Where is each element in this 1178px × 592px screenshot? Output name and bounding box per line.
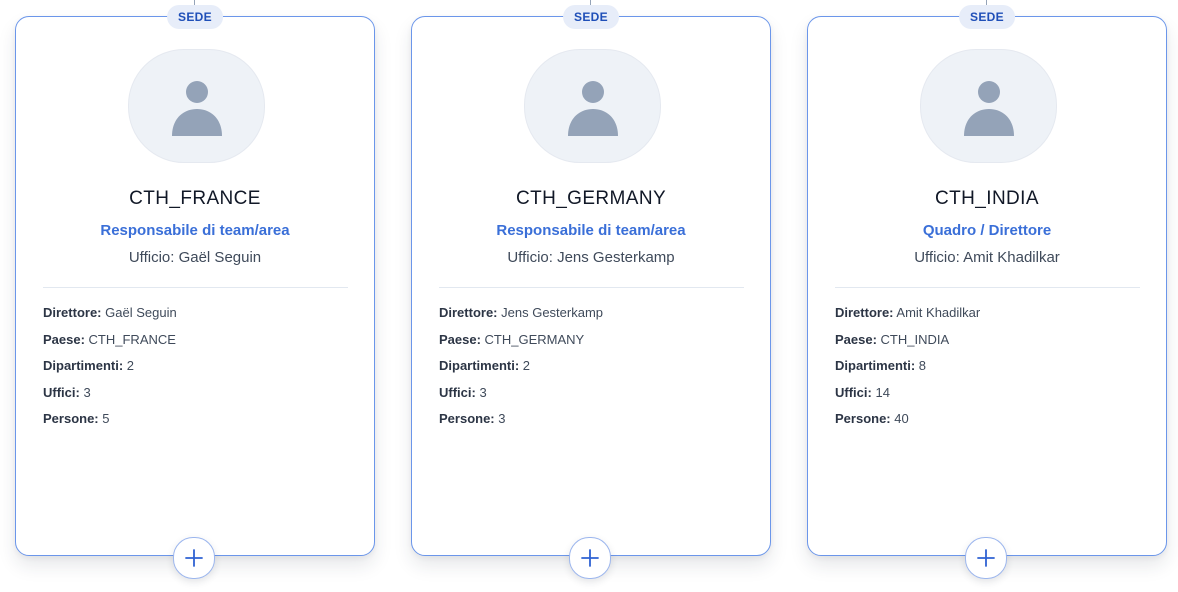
- card-title: CTH_GERMANY: [515, 188, 667, 209]
- detail-label: Dipartimenti:: [439, 358, 520, 373]
- detail-row-departments: Dipartimenti: 8: [835, 358, 1140, 385]
- avatar: [920, 49, 1057, 163]
- detail-value: Jens Gesterkamp: [501, 305, 604, 320]
- card-details: Direttore: Amit Khadilkar Paese: CTH_IND…: [835, 305, 1140, 438]
- card-title: CTH_INDIA: [935, 188, 1039, 209]
- add-child-button[interactable]: [173, 537, 215, 579]
- detail-row-people: Persone: 5: [43, 411, 348, 438]
- detail-value: 3: [498, 411, 506, 426]
- detail-value: 40: [894, 411, 909, 426]
- detail-row-offices: Uffici: 3: [43, 385, 348, 412]
- detail-row-offices: Uffici: 3: [439, 385, 744, 412]
- org-chart-canvas: SEDE CTH_FRANCE Responsabile di team/are…: [0, 0, 1178, 592]
- detail-row-country: Paese: CTH_GERMANY: [439, 332, 744, 359]
- detail-row-country: Paese: CTH_FRANCE: [43, 332, 348, 359]
- sede-badge: SEDE: [167, 5, 223, 29]
- detail-value: 8: [918, 358, 927, 373]
- detail-label: Direttore:: [835, 305, 894, 320]
- detail-label: Direttore:: [439, 305, 498, 320]
- detail-row-director: Direttore: Amit Khadilkar: [835, 305, 1140, 332]
- detail-value: CTH_GERMANY: [484, 331, 585, 347]
- detail-row-country: Paese: CTH_INDIA: [835, 332, 1140, 359]
- add-child-button[interactable]: [965, 537, 1007, 579]
- sede-badge: SEDE: [959, 5, 1015, 29]
- divider: [439, 287, 744, 288]
- divider: [835, 287, 1140, 288]
- detail-row-director: Direttore: Jens Gesterkamp: [439, 305, 744, 332]
- detail-value: 5: [102, 411, 110, 426]
- detail-label: Dipartimenti:: [835, 358, 916, 373]
- org-card-germany[interactable]: CTH_GERMANY Responsabile di team/area Uf…: [411, 16, 771, 556]
- detail-value: Amit Khadilkar: [896, 305, 981, 320]
- add-child-button[interactable]: [569, 537, 611, 579]
- org-card-wrap-france: SEDE CTH_FRANCE Responsabile di team/are…: [15, 0, 375, 592]
- detail-label: Direttore:: [43, 305, 102, 320]
- detail-label: Uffici:: [43, 384, 80, 400]
- detail-label: Uffici:: [439, 384, 476, 400]
- plus-icon: [581, 549, 599, 567]
- card-office: Ufficio: Gaël Seguin: [128, 249, 262, 266]
- detail-value: 3: [83, 384, 91, 400]
- detail-value: 2: [522, 358, 531, 373]
- detail-row-departments: Dipartimenti: 2: [43, 358, 348, 385]
- detail-value: 2: [126, 358, 135, 373]
- detail-row-offices: Uffici: 14: [835, 385, 1140, 412]
- detail-value: CTH_FRANCE: [88, 331, 176, 347]
- user-silhouette-icon: [172, 81, 222, 136]
- org-card-wrap-india: SEDE CTH_INDIA Quadro / Direttore Uffici…: [807, 0, 1167, 592]
- plus-icon: [185, 549, 203, 567]
- card-details: Direttore: Jens Gesterkamp Paese: CTH_GE…: [439, 305, 744, 438]
- plus-icon: [977, 549, 995, 567]
- card-role: Responsabile di team/area: [100, 222, 290, 239]
- card-role: Responsabile di team/area: [496, 222, 686, 239]
- user-silhouette-icon: [964, 81, 1014, 136]
- user-silhouette-icon: [568, 81, 618, 136]
- detail-label: Persone:: [439, 411, 495, 426]
- detail-label: Dipartimenti:: [43, 358, 124, 373]
- card-role: Quadro / Direttore: [922, 222, 1052, 239]
- detail-label: Paese:: [835, 331, 877, 347]
- org-card-france[interactable]: CTH_FRANCE Responsabile di team/area Uff…: [15, 16, 375, 556]
- detail-label: Uffici:: [835, 384, 872, 400]
- detail-value: 3: [479, 384, 487, 400]
- org-card-wrap-germany: SEDE CTH_GERMANY Responsabile di team/ar…: [411, 0, 771, 592]
- detail-row-departments: Dipartimenti: 2: [439, 358, 744, 385]
- avatar: [524, 49, 661, 163]
- detail-value: CTH_INDIA: [880, 331, 950, 347]
- detail-row-people: Persone: 40: [835, 411, 1140, 438]
- detail-label: Persone:: [835, 411, 891, 426]
- detail-row-director: Direttore: Gaël Seguin: [43, 305, 348, 332]
- card-title: CTH_FRANCE: [129, 188, 261, 209]
- card-office: Ufficio: Amit Khadilkar: [914, 249, 1060, 266]
- detail-value: 14: [875, 384, 890, 400]
- detail-label: Paese:: [43, 331, 85, 347]
- card-office: Ufficio: Jens Gesterkamp: [507, 249, 675, 266]
- detail-row-people: Persone: 3: [439, 411, 744, 438]
- detail-label: Paese:: [439, 331, 481, 347]
- detail-value: Gaël Seguin: [105, 305, 177, 320]
- avatar: [128, 49, 265, 163]
- card-details: Direttore: Gaël Seguin Paese: CTH_FRANCE…: [43, 305, 348, 438]
- detail-label: Persone:: [43, 411, 99, 426]
- sede-badge: SEDE: [563, 5, 619, 29]
- divider: [43, 287, 348, 288]
- org-card-india[interactable]: CTH_INDIA Quadro / Direttore Ufficio: Am…: [807, 16, 1167, 556]
